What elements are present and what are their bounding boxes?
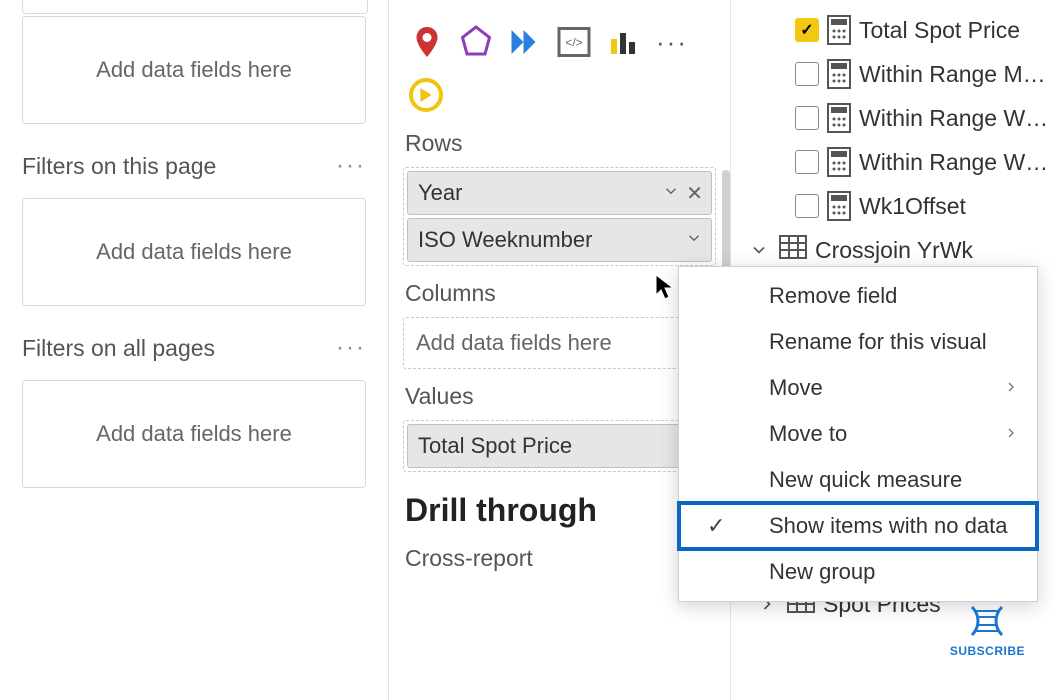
remove-icon[interactable]: ✕ (686, 181, 703, 206)
viz-type-icon[interactable] (407, 0, 447, 14)
filters-all-label: Filters on all pages (22, 335, 215, 362)
viz-type-row: </> ··· (403, 14, 716, 72)
drill-through-heading: Drill through (403, 492, 716, 529)
columns-well[interactable]: Add data fields here (403, 317, 716, 369)
context-menu: Remove field Rename for this visual Move… (678, 266, 1038, 602)
chevron-down-icon[interactable] (685, 227, 703, 253)
row-field-label: Year (418, 180, 462, 206)
code-viz-icon[interactable]: </> (554, 22, 594, 62)
calculator-icon (827, 103, 851, 133)
table-icon (779, 235, 807, 265)
field-label: Within Range W… (859, 149, 1048, 176)
chevron-down-icon[interactable] (662, 180, 680, 206)
checkbox-icon[interactable] (795, 106, 819, 130)
row-field-iso-week[interactable]: ISO Weeknumber (407, 218, 712, 262)
menu-move[interactable]: Move (679, 365, 1037, 411)
field-item[interactable]: Total Spot Price (737, 8, 1059, 52)
menu-new-quick-measure[interactable]: New quick measure (679, 457, 1037, 503)
menu-show-items-no-data[interactable]: ✓ Show items with no data (679, 503, 1037, 549)
filters-page-header[interactable]: Filters on this page ··· (0, 152, 388, 180)
calculator-icon (827, 191, 851, 221)
checkbox-icon[interactable] (795, 150, 819, 174)
add-fields-placeholder: Add data fields here (96, 239, 292, 265)
more-icon[interactable]: ··· (336, 152, 366, 180)
filters-page-label: Filters on this page (22, 153, 216, 180)
table-label: Crossjoin YrWk (815, 237, 973, 264)
calculator-icon (827, 15, 851, 45)
dna-icon (966, 605, 1008, 637)
row-field-year[interactable]: Year ✕ (407, 171, 712, 215)
chevron-right-icon (1003, 421, 1019, 447)
value-field-label: Total Spot Price (418, 433, 572, 459)
menu-move-to[interactable]: Move to (679, 411, 1037, 457)
menu-remove-field[interactable]: Remove field (679, 273, 1037, 319)
subscribe-label: SUBSCRIBE (950, 644, 1025, 658)
field-item[interactable]: Within Range W… (737, 96, 1059, 140)
row-field-label: ISO Weeknumber (418, 227, 592, 253)
field-label: Within Range W… (859, 105, 1048, 132)
filter-drop-zone[interactable]: Add data fields here (22, 16, 366, 124)
add-fields-placeholder: Add data fields here (96, 57, 292, 83)
field-label: Wk1Offset (859, 193, 966, 220)
viz-type-row (403, 0, 716, 14)
calculator-icon (827, 147, 851, 177)
more-icon[interactable]: ··· (336, 334, 366, 362)
menu-item-label: New quick measure (769, 467, 962, 493)
filter-drop-zone[interactable]: Add data fields here (22, 198, 366, 306)
values-well[interactable]: Total Spot Price (403, 420, 716, 472)
menu-item-label: Move to (769, 421, 847, 447)
values-label: Values (405, 383, 716, 410)
add-fields-placeholder: Add data fields here (416, 330, 612, 356)
menu-item-label: Show items with no data (769, 513, 1007, 539)
checkbox-icon[interactable] (795, 62, 819, 86)
field-item[interactable]: Within Range W… (737, 140, 1059, 184)
rows-well[interactable]: Year ✕ ISO Weeknumber (403, 167, 716, 266)
rows-label: Rows (405, 130, 716, 157)
menu-rename[interactable]: Rename for this visual (679, 319, 1037, 365)
flow-viz-icon[interactable] (505, 22, 545, 62)
field-item[interactable]: Within Range M… (737, 52, 1059, 96)
map-viz-icon[interactable] (407, 22, 447, 62)
menu-new-group[interactable]: New group (679, 549, 1037, 595)
filters-all-header[interactable]: Filters on all pages ··· (0, 334, 388, 362)
value-field-total-spot-price[interactable]: Total Spot Price (407, 424, 712, 468)
menu-item-label: Move (769, 375, 823, 401)
svg-text:</>: </> (565, 36, 582, 50)
shape-viz-icon[interactable] (456, 22, 496, 62)
field-label: Total Spot Price (859, 17, 1020, 44)
columns-label: Columns (405, 280, 716, 307)
cross-report-label: Cross-report (403, 545, 716, 572)
field-item[interactable]: Wk1Offset (737, 184, 1059, 228)
calculator-icon (827, 59, 851, 89)
filter-drop-zone[interactable] (22, 0, 368, 14)
chevron-down-icon[interactable] (747, 240, 771, 260)
filters-panel: Add data fields here Filters on this pag… (0, 0, 388, 700)
subscribe-badge[interactable]: SUBSCRIBE (950, 605, 1025, 658)
checkbox-icon[interactable] (795, 194, 819, 218)
bars-viz-icon[interactable] (603, 22, 643, 62)
check-icon: ✓ (707, 513, 725, 539)
play-button[interactable] (409, 78, 443, 112)
add-fields-placeholder: Add data fields here (96, 421, 292, 447)
field-label: Within Range M… (859, 61, 1046, 88)
checkbox-icon[interactable] (795, 18, 819, 42)
more-viz-icon[interactable]: ··· (652, 22, 692, 62)
menu-item-label: New group (769, 559, 875, 585)
menu-item-label: Remove field (769, 283, 897, 309)
menu-item-label: Rename for this visual (769, 329, 987, 355)
filter-drop-zone[interactable]: Add data fields here (22, 380, 366, 488)
chevron-right-icon (1003, 375, 1019, 401)
